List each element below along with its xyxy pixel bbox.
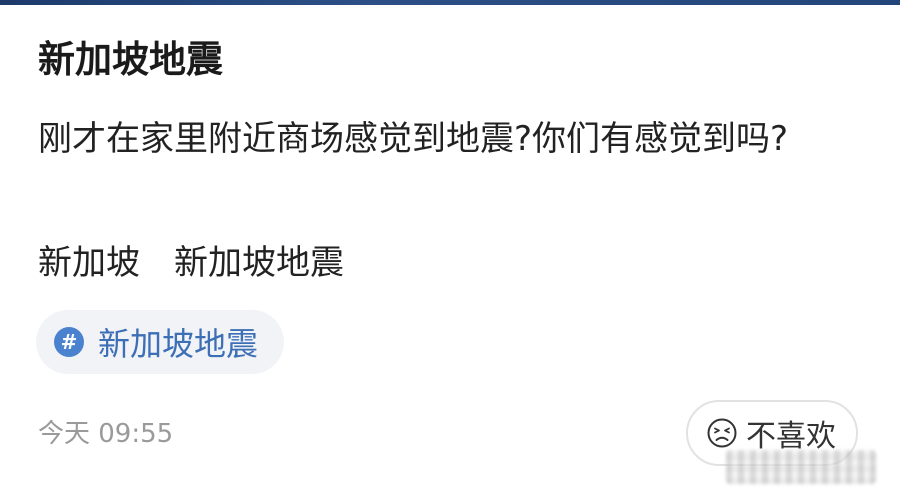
post-tags: 新加坡 新加坡地震 (38, 232, 344, 294)
post-title: 新加坡地震 (38, 38, 223, 81)
topic-chip[interactable]: # 新加坡地震 (36, 310, 285, 374)
topic-label: 新加坡地震 (98, 325, 259, 363)
post-body: 刚才在家里附近商场感觉到地震?你们有感觉到吗? (38, 119, 789, 159)
tag-singapore[interactable]: 新加坡 (38, 243, 140, 283)
frown-face-icon (707, 418, 737, 448)
dislike-label: 不喜欢 (746, 419, 836, 454)
tag-singapore-earthquake[interactable]: 新加坡地震 (174, 243, 344, 283)
top-header-strip (0, 0, 900, 5)
blurred-watermark (726, 450, 876, 484)
post-timestamp: 今天 09:55 (38, 419, 174, 449)
hashtag-icon: # (54, 327, 84, 357)
